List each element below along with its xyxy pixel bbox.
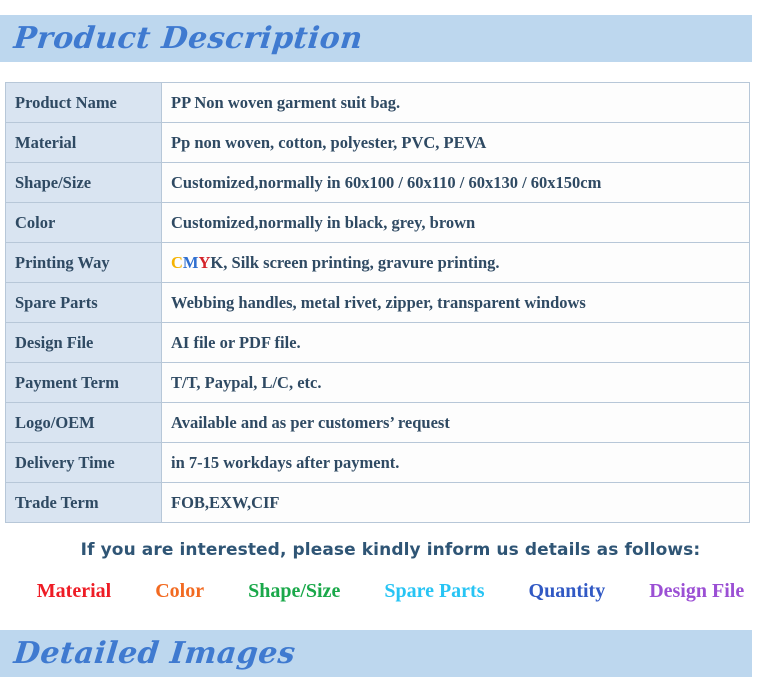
table-cell-value: FOB,EXW,CIF [161,482,750,523]
cmyk-letter-k: K [210,252,224,272]
table-cell-value: AI file or PDF file. [161,322,750,363]
table-row: Delivery Time in 7-15 workdays after pay… [5,442,750,483]
table-cell-label: Printing Way [5,242,162,283]
product-description-page: Product Description Product Name PP Non … [0,0,781,682]
table-cell-value: PP Non woven garment suit bag. [161,82,750,123]
keyword-material: Material [36,580,112,602]
table-row: Material Pp non woven, cotton, polyester… [5,122,750,163]
table-cell-value: T/T, Paypal, L/C, etc. [161,362,750,403]
table-cell-label: Spare Parts [5,282,162,323]
table-cell-label: Color [5,202,162,243]
table-cell-label: Trade Term [5,482,162,523]
table-cell-value: in 7-15 workdays after payment. [161,442,750,483]
table-cell-value-printing-way: CMYK, Silk screen printing, gravure prin… [161,242,750,283]
specification-table: Product Name PP Non woven garment suit b… [5,82,750,523]
table-row: Printing Way CMYK, Silk screen printing,… [5,242,750,283]
table-row: Payment Term T/T, Paypal, L/C, etc. [5,362,750,403]
table-cell-value: Customized,normally in 60x100 / 60x110 /… [161,162,750,203]
table-row: Trade Term FOB,EXW,CIF [5,482,750,523]
table-row: Shape/Size Customized,normally in 60x100… [5,162,750,203]
keyword-spare-parts: Spare Parts [384,580,485,602]
table-cell-label: Payment Term [5,362,162,403]
keyword-quantity: Quantity [528,580,606,602]
table-cell-value: Webbing handles, metal rivet, zipper, tr… [161,282,750,323]
section-banner-product-description: Product Description [0,15,752,62]
section-title-product-description: Product Description [12,21,365,56]
table-cell-label: Material [5,122,162,163]
cmyk-letter-c: C [171,252,183,272]
table-cell-label: Delivery Time [5,442,162,483]
printing-way-rest: , Silk screen printing, gravure printing… [223,252,500,272]
call-to-action-block: If you are interested, please kindly inf… [0,540,781,603]
table-cell-value: Pp non woven, cotton, polyester, PVC, PE… [161,122,750,163]
call-to-action-headline: If you are interested, please kindly inf… [80,540,701,560]
call-to-action-keyword-list: Material Color Shape/Size Spare Parts Qu… [0,580,781,603]
table-row: Color Customized,normally in black, grey… [5,202,750,243]
cmyk-letter-y: Y [198,252,211,272]
table-cell-label: Product Name [5,82,162,123]
table-cell-value: Available and as per customers’ request [161,402,750,443]
table-row: Spare Parts Webbing handles, metal rivet… [5,282,750,323]
keyword-design-file: Design File [649,580,745,602]
specification-table-body: Product Name PP Non woven garment suit b… [5,82,750,523]
table-cell-label: Design File [5,322,162,363]
keyword-shape-size: Shape/Size [248,580,341,602]
table-cell-label: Shape/Size [5,162,162,203]
specification-table-container: Product Name PP Non woven garment suit b… [5,82,750,523]
table-row: Logo/OEM Available and as per customers’… [5,402,750,443]
table-row: Design File AI file or PDF file. [5,322,750,363]
keyword-color: Color [155,580,205,602]
section-title-detailed-images: Detailed Images [12,636,298,671]
table-cell-label: Logo/OEM [5,402,162,443]
cmyk-letter-m: M [182,252,199,272]
section-banner-detailed-images: Detailed Images [0,630,752,677]
table-cell-value: Customized,normally in black, grey, brow… [161,202,750,243]
table-row: Product Name PP Non woven garment suit b… [5,82,750,123]
